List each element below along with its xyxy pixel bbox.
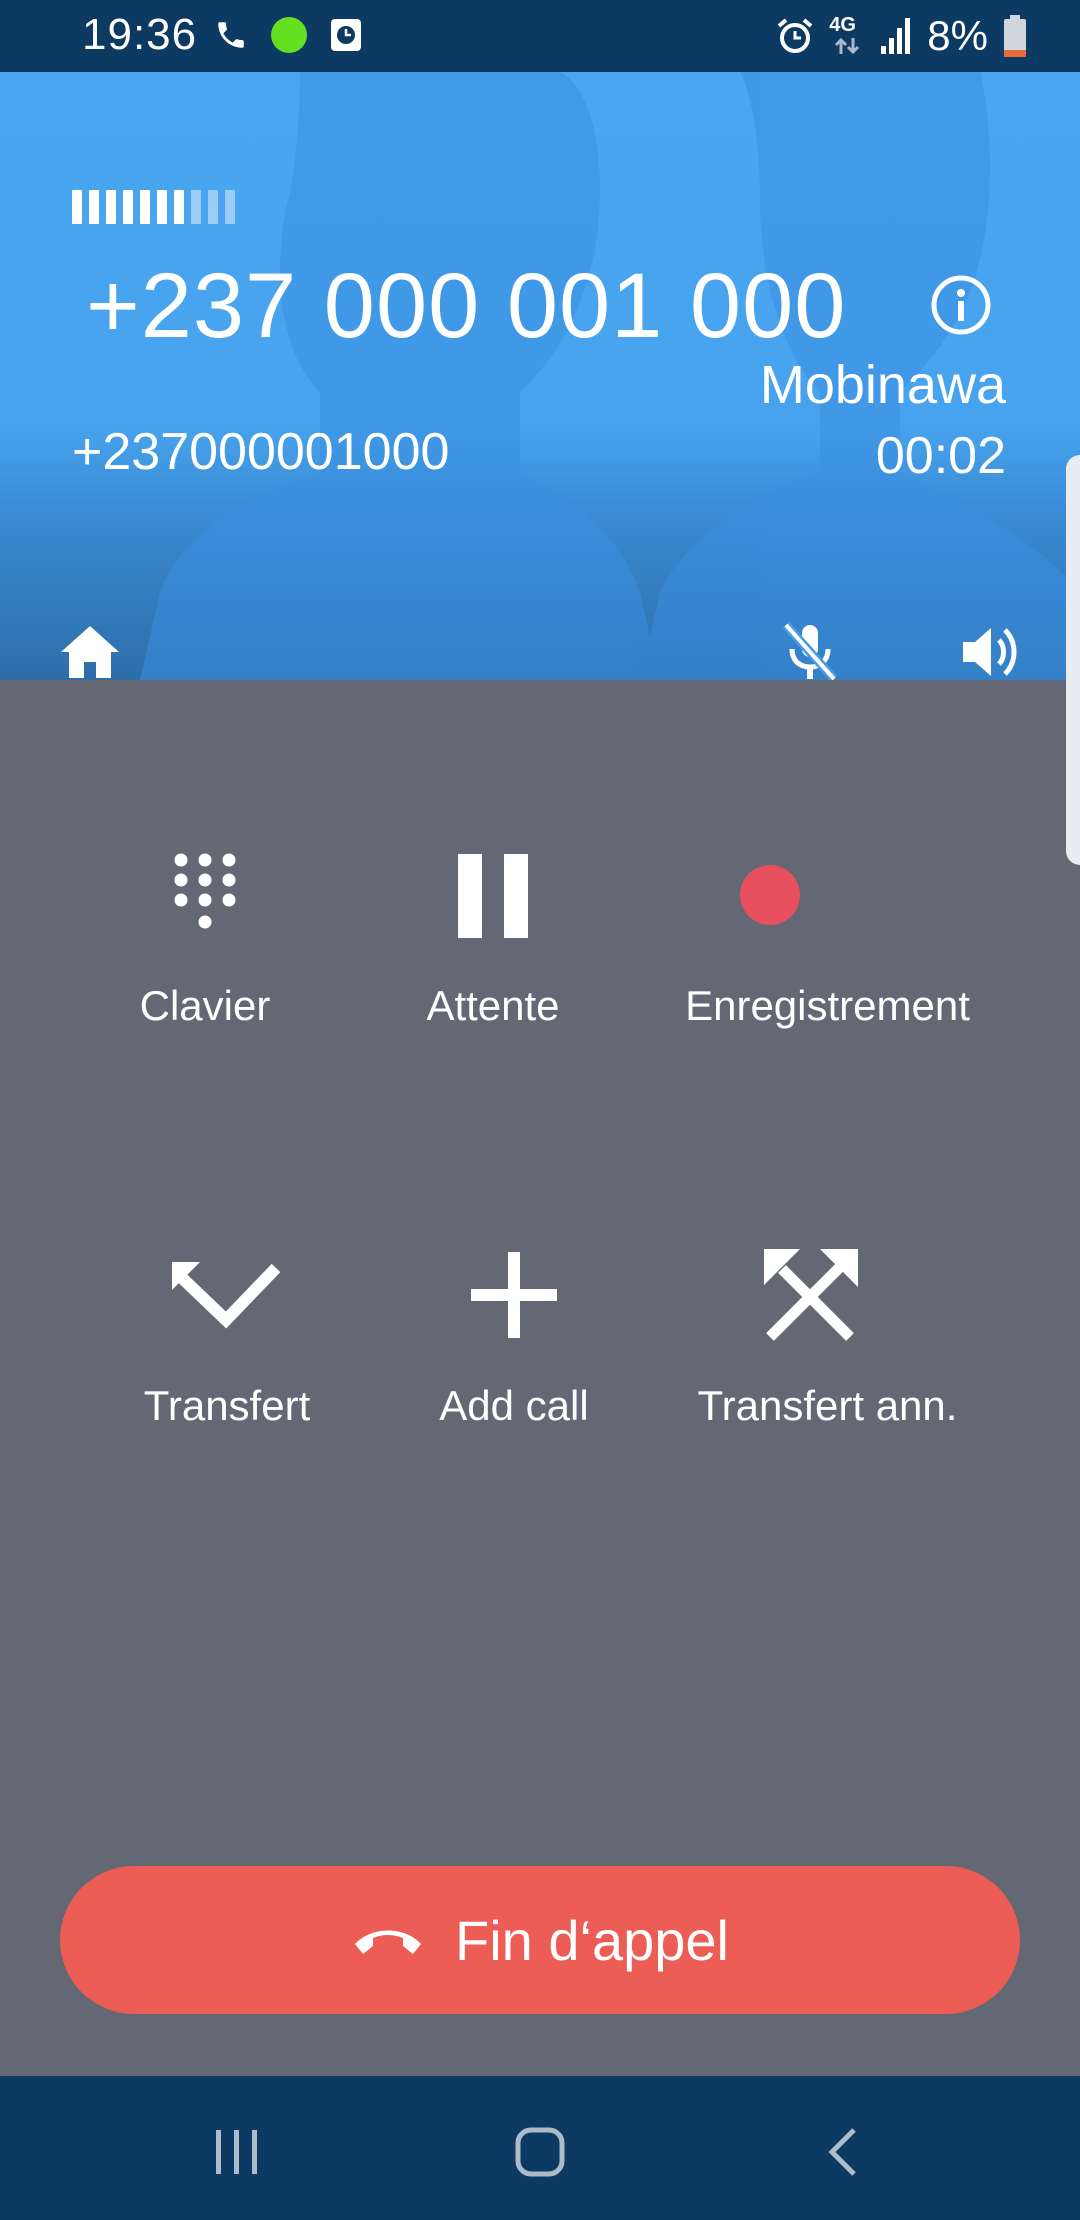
home-button[interactable] xyxy=(50,612,130,680)
mute-button[interactable] xyxy=(770,612,850,680)
status-time: 19:36 xyxy=(82,10,198,59)
signal-icon xyxy=(881,18,911,54)
clock-app-icon xyxy=(331,19,361,51)
transfer-button[interactable]: Transfert xyxy=(122,1230,332,1430)
add-call-label: Add call xyxy=(439,1382,589,1429)
call-quality-meter xyxy=(72,190,235,224)
attended-transfer-icon xyxy=(764,1249,858,1341)
side-scroll-handle[interactable] xyxy=(1066,455,1080,865)
info-icon[interactable] xyxy=(930,274,992,336)
green-dot-icon xyxy=(271,17,307,53)
record-icon xyxy=(740,865,800,925)
end-call-button[interactable]: Fin d‘appel xyxy=(60,1866,1020,2014)
add-call-button[interactable]: Add call xyxy=(414,1230,614,1430)
recent-apps-icon xyxy=(216,2130,257,2174)
record-button[interactable]: Enregistrement xyxy=(650,830,1005,1030)
battery-percent: 8% xyxy=(927,12,988,59)
transfer-label: Transfert xyxy=(143,1382,311,1429)
add-call-icon xyxy=(471,1252,557,1338)
status-bar: 19:36 4G 8% xyxy=(0,0,1080,72)
call-duration: 00:02 xyxy=(875,427,1006,485)
speaker-button[interactable] xyxy=(950,612,1030,680)
home-nav-button[interactable] xyxy=(500,2112,580,2192)
pause-icon xyxy=(458,854,528,938)
home-nav-icon xyxy=(515,2127,565,2177)
hold-button[interactable]: Attente xyxy=(393,830,593,1030)
back-icon xyxy=(828,2128,856,2176)
dialpad-icon xyxy=(174,853,236,929)
recent-apps-button[interactable] xyxy=(197,2112,277,2192)
transfer-icon xyxy=(172,1262,281,1329)
hang-up-icon xyxy=(355,1930,422,1954)
network-type: 4G xyxy=(829,14,856,36)
speaker-icon xyxy=(963,628,1017,676)
caller-number-display: +237 000 001 000 xyxy=(86,255,847,357)
mute-icon xyxy=(782,622,838,680)
record-label: Enregistrement xyxy=(685,982,970,1029)
phone-icon xyxy=(218,22,244,48)
status-right: 4G 8% xyxy=(775,8,1028,64)
back-button[interactable] xyxy=(802,2112,882,2192)
end-call-label: Fin d‘appel xyxy=(455,1908,729,1972)
attended-transfer-button[interactable]: Transfert ann. xyxy=(660,1230,995,1430)
attended-transfer-label: Transfert ann. xyxy=(697,1382,958,1429)
caller-company: Mobinawa xyxy=(759,355,1006,415)
network-arrows-icon: 4G xyxy=(829,14,865,58)
caller-number: +237000001000 xyxy=(72,423,450,481)
dialpad-button[interactable]: Clavier xyxy=(105,830,305,1030)
system-nav-bar xyxy=(0,2076,1080,2220)
alarm-icon xyxy=(777,18,813,53)
dialpad-label: Clavier xyxy=(139,982,271,1029)
call-header: +237 000 001 000 Mobinawa +237000001000 … xyxy=(0,72,1080,680)
home-icon xyxy=(61,626,119,678)
hold-label: Attente xyxy=(426,982,560,1029)
battery-icon xyxy=(1004,15,1026,57)
